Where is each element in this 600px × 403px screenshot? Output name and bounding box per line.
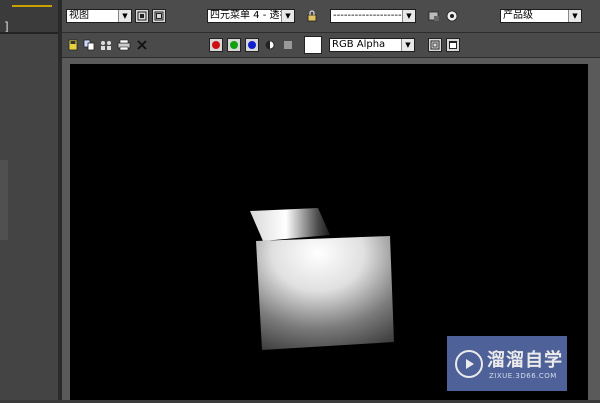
- render-mode-select[interactable]: 产品级 ▼: [500, 9, 582, 23]
- red-channel-icon: [212, 41, 220, 49]
- render-preset-select[interactable]: -------------------- ▼: [330, 9, 416, 23]
- left-panel-divider: [0, 32, 58, 34]
- toggle-ui-button[interactable]: [446, 38, 460, 52]
- object-top-face: [250, 208, 330, 241]
- display-channel-select[interactable]: RGB Alpha ▼: [329, 38, 415, 52]
- watermark-url: ZIXUE.3D66.COM: [489, 372, 557, 380]
- play-logo-icon: [455, 350, 483, 378]
- blue-channel-icon: [248, 41, 256, 49]
- toggle-ui-overlay-button[interactable]: [428, 38, 442, 52]
- red-channel-button[interactable]: [209, 38, 223, 52]
- save-image-icon[interactable]: [66, 38, 80, 52]
- window-frame-edge: [588, 64, 600, 400]
- render-toolbar-top: 视图 ▼ 四元菜单 4 - 透视 ▼ -------------------- …: [62, 0, 600, 33]
- watermark: 溜溜自学 ZIXUE.3D66.COM: [447, 336, 567, 391]
- active-indicator: [12, 5, 52, 7]
- render-setup-icon[interactable]: [427, 9, 441, 23]
- lock-icon[interactable]: [305, 9, 319, 23]
- clone-window-icon[interactable]: [99, 38, 113, 52]
- chevron-down-icon: ▼: [118, 10, 131, 22]
- panel-resize-grip[interactable]: [0, 160, 8, 240]
- edit-region-icon: [137, 11, 147, 21]
- viewport-select[interactable]: 四元菜单 4 - 透视 ▼: [207, 9, 295, 23]
- area-to-render-value: 视图: [69, 10, 89, 21]
- viewport-value: 四元菜单 4 - 透视: [210, 10, 290, 21]
- green-channel-icon: [230, 41, 238, 49]
- chevron-down-icon: ▼: [402, 10, 415, 22]
- edit-region-button[interactable]: [135, 9, 149, 23]
- print-icon[interactable]: [117, 38, 131, 52]
- render-mode-value: 产品级: [503, 10, 533, 21]
- monochrome-icon[interactable]: [281, 38, 295, 52]
- green-channel-button[interactable]: [227, 38, 241, 52]
- copy-image-icon[interactable]: [82, 38, 96, 52]
- chevron-down-icon: ▼: [281, 10, 294, 22]
- area-to-render-select[interactable]: 视图 ▼: [66, 9, 132, 23]
- window-icon: [449, 41, 457, 49]
- auto-region-button[interactable]: [152, 9, 166, 23]
- auto-region-icon: [154, 11, 164, 21]
- clear-icon[interactable]: [135, 38, 149, 52]
- color-swatch[interactable]: [304, 36, 322, 54]
- display-channel-value: RGB Alpha: [332, 39, 386, 50]
- render-preset-value: --------------------: [333, 10, 406, 21]
- chevron-down-icon: ▼: [568, 10, 581, 22]
- watermark-title: 溜溜自学: [487, 350, 563, 371]
- environment-icon[interactable]: [445, 9, 459, 23]
- chevron-down-icon: ▼: [401, 39, 414, 51]
- overlay-icon: [430, 40, 440, 50]
- left-dock-panel: ]: [0, 0, 59, 400]
- render-toolbar-bottom: RGB Alpha ▼: [62, 33, 600, 58]
- object-front-face: [256, 236, 394, 350]
- blue-channel-button[interactable]: [245, 38, 259, 52]
- alpha-channel-icon[interactable]: [263, 38, 277, 52]
